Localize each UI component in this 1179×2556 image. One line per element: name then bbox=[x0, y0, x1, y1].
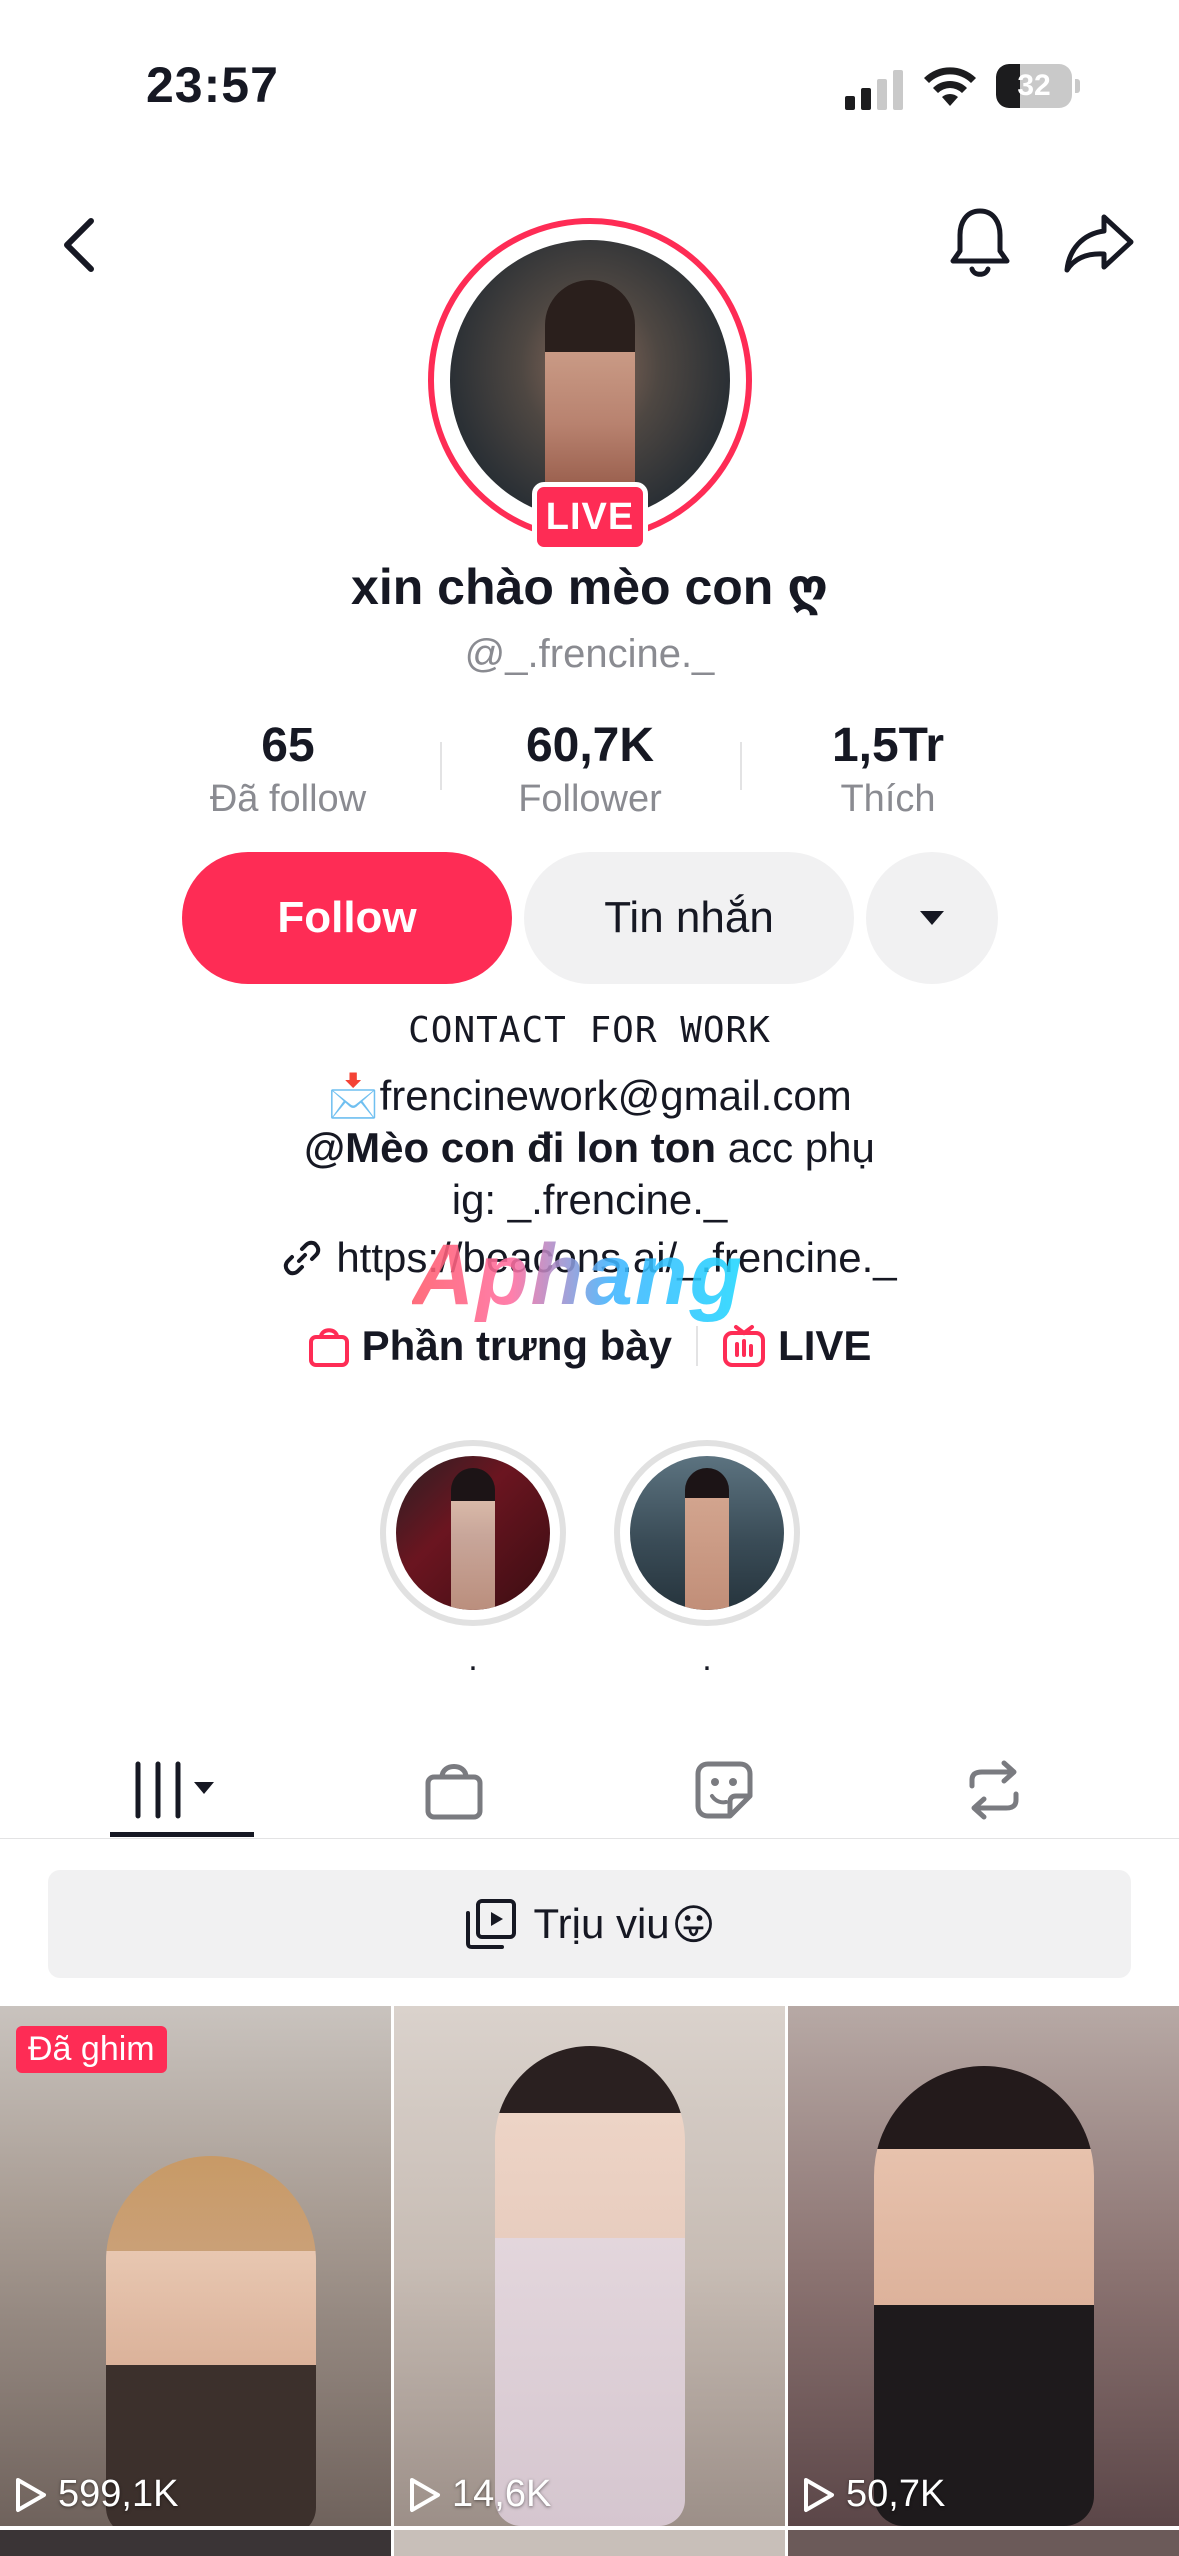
view-count: 599,1K bbox=[14, 2473, 178, 2516]
sticker-icon bbox=[695, 1761, 753, 1819]
highlight-label: . bbox=[702, 1640, 712, 1678]
share-button[interactable] bbox=[1056, 204, 1142, 282]
bio-instagram: ig: _.frencine._ bbox=[451, 1176, 728, 1223]
stat-label: Thích bbox=[840, 778, 936, 820]
showcase-link[interactable]: Phần trưng bày bbox=[308, 1322, 672, 1370]
live-label: LIVE bbox=[778, 1322, 872, 1369]
back-button[interactable] bbox=[44, 205, 114, 285]
link-icon bbox=[284, 1240, 321, 1276]
tabs-divider bbox=[0, 1838, 1179, 1839]
bio-alt-account: @Mèo con đi lon ton acc phụ bbox=[0, 1124, 1179, 1172]
view-count-text: 14,6K bbox=[452, 2473, 552, 2515]
playlist-label: Trịu viu bbox=[533, 1900, 670, 1947]
highlight-label: . bbox=[468, 1640, 478, 1678]
video-thumbnail bbox=[494, 2046, 685, 2526]
shopping-bag-icon bbox=[308, 1328, 349, 1367]
bio-email-line: 📩frencinework@gmail.com bbox=[0, 1072, 1179, 1121]
video-tile-partial[interactable] bbox=[394, 2530, 785, 2556]
stat-label: Đã follow bbox=[209, 778, 367, 820]
stat-divider bbox=[440, 742, 442, 790]
live-badge[interactable]: LIVE bbox=[532, 482, 648, 552]
tab-shop[interactable] bbox=[384, 1740, 524, 1840]
tab-reposts[interactable] bbox=[924, 1740, 1064, 1840]
pinned-badge: Đã ghim bbox=[16, 2026, 167, 2073]
view-count-text: 599,1K bbox=[58, 2473, 179, 2515]
avatar[interactable] bbox=[450, 240, 730, 520]
view-count: 14,6K bbox=[408, 2473, 551, 2516]
video-tile[interactable]: Đã ghim 599,1K bbox=[0, 2006, 391, 2526]
play-icon bbox=[410, 2477, 440, 2512]
tab-stickers[interactable] bbox=[654, 1740, 794, 1840]
suggested-accounts-button[interactable] bbox=[866, 852, 998, 984]
display-name: xin chào mèo con ღ bbox=[351, 559, 828, 615]
videos-grid-icon bbox=[135, 1761, 214, 1819]
view-count: 50,7K bbox=[802, 2473, 945, 2516]
stat-likes[interactable]: 1,5Tr Thích bbox=[758, 718, 1018, 824]
caret-down-icon bbox=[920, 911, 944, 925]
battery-icon: 32 bbox=[996, 64, 1080, 108]
highlight-thumbnail bbox=[396, 1456, 550, 1610]
row-divider bbox=[696, 1326, 699, 1366]
bio-contact: CONTACT FOR WORK bbox=[408, 1010, 771, 1051]
play-icon bbox=[16, 2477, 46, 2512]
bell-icon bbox=[950, 208, 1010, 277]
alt-account-suffix: acc phụ bbox=[716, 1124, 875, 1171]
video-tile-partial[interactable] bbox=[788, 2530, 1179, 2556]
stat-value: 1,5Tr bbox=[831, 719, 945, 772]
video-tile[interactable]: 14,6K bbox=[394, 2006, 785, 2526]
wifi-icon bbox=[924, 67, 976, 106]
battery-level: 32 bbox=[1017, 69, 1051, 102]
cellular-signal-icon bbox=[845, 70, 903, 110]
username: @_.frencine._ bbox=[464, 632, 715, 676]
playlist-icon bbox=[465, 1899, 516, 1949]
notification-bell-button[interactable] bbox=[942, 200, 1018, 286]
play-icon bbox=[804, 2477, 834, 2512]
playlist-emoji: 😛 bbox=[671, 1900, 716, 1948]
tab-videos[interactable] bbox=[110, 1740, 250, 1840]
video-thumbnail bbox=[873, 2066, 1094, 2526]
alt-account-mention[interactable]: @Mèo con đi lon ton bbox=[304, 1124, 716, 1171]
live-link[interactable]: LIVE bbox=[722, 1322, 871, 1370]
share-arrow-icon bbox=[1064, 214, 1134, 273]
live-tv-icon bbox=[723, 1325, 766, 1367]
bio-email: frencinework@gmail.com bbox=[379, 1072, 852, 1119]
stat-divider bbox=[740, 742, 742, 790]
stat-followers[interactable]: 60,7K Follower bbox=[460, 718, 720, 824]
watermark-logo: Aphang bbox=[412, 1227, 745, 1323]
shop-bag-icon bbox=[425, 1764, 483, 1820]
video-thumbnail bbox=[105, 2156, 316, 2526]
chevron-left-icon bbox=[64, 218, 94, 272]
view-count-text: 50,7K bbox=[846, 2473, 946, 2515]
stat-following[interactable]: 65 Đã follow bbox=[158, 718, 418, 824]
stat-value: 65 bbox=[261, 719, 315, 772]
follow-button[interactable]: Follow bbox=[182, 852, 512, 984]
message-button[interactable]: Tin nhắn bbox=[524, 852, 854, 984]
active-tab-indicator bbox=[110, 1832, 254, 1837]
highlight-thumbnail bbox=[630, 1456, 784, 1610]
video-tile-partial[interactable] bbox=[0, 2530, 391, 2556]
status-time: 23:57 bbox=[146, 57, 279, 113]
highlight-1[interactable] bbox=[380, 1440, 566, 1626]
highlight-2[interactable] bbox=[614, 1440, 800, 1626]
stat-value: 60,7K bbox=[525, 719, 655, 772]
showcase-label: Phần trưng bày bbox=[361, 1322, 673, 1369]
envelope-emoji: 📩 bbox=[327, 1072, 380, 1119]
playlist-button[interactable]: Trịu viu 😛 bbox=[48, 1870, 1131, 1978]
repost-icon bbox=[969, 1760, 1019, 1820]
stat-label: Follower bbox=[518, 778, 662, 820]
profile-feature-row: Phần trưng bày LIVE bbox=[0, 1322, 1179, 1370]
video-tile[interactable]: 50,7K bbox=[788, 2006, 1179, 2526]
